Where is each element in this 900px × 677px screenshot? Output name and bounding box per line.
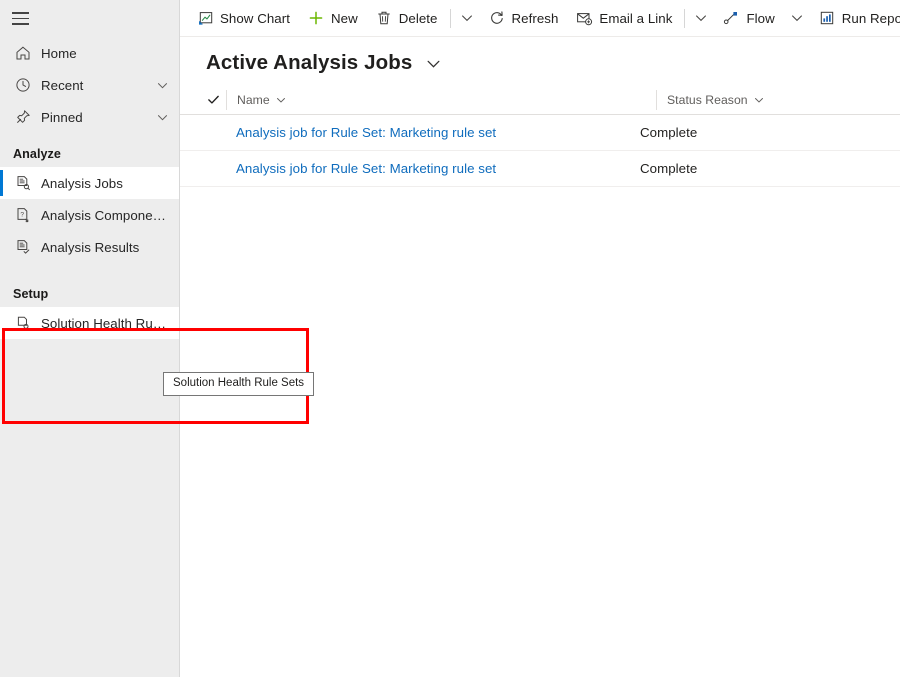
chevron-down-icon [791,12,803,24]
sidebar: Home Recent Pinned Analyze Analysis Jobs… [0,0,180,677]
grid-empty-space [180,187,900,677]
sidebar-item-analysis-results[interactable]: Analysis Results [0,231,179,263]
command-separator [684,8,686,28]
sidebar-item-pinned[interactable]: Pinned [0,101,179,133]
command-label: Run Report [841,10,900,26]
sidebar-item-label: Home [41,45,77,61]
document-question-icon: ? [13,205,33,225]
hamburger-menu-icon[interactable] [12,12,29,25]
document-check-icon [13,237,33,257]
refresh-icon [489,10,506,27]
sidebar-group-header-setup: Setup [13,287,49,301]
table-row[interactable]: Analysis job for Rule Set: Marketing rul… [180,151,900,187]
home-icon [13,43,33,63]
cell-status-reason: Complete [640,161,698,176]
sidebar-item-home[interactable]: Home [0,37,179,69]
more-commands-button[interactable] [454,0,480,36]
flow-options-button[interactable] [784,0,810,36]
flow-icon [723,10,740,27]
sidebar-item-label: Analysis Jobs [41,175,123,191]
chevron-down-icon [695,12,707,24]
cell-status-reason: Complete [640,125,698,140]
sidebar-item-solution-health-rule-sets[interactable]: Solution Health Rule ... [0,307,179,339]
sidebar-group-header-analyze: Analyze [13,147,61,161]
app-window: Home Recent Pinned Analyze Analysis Jobs… [0,0,900,677]
flow-button[interactable]: Flow [714,0,783,36]
email-link-icon [576,10,593,27]
column-header-name[interactable]: Name [226,89,656,110]
trash-icon [376,10,393,27]
cell-name: Analysis job for Rule Set: Marketing rul… [200,161,630,176]
command-label: Delete [398,10,438,26]
main-content: Show Chart New Delete Refresh Email a Li… [180,0,900,677]
command-label: Email a Link [599,10,673,26]
document-search-icon [13,173,33,193]
sidebar-item-label: Analysis Results [41,239,140,255]
pin-icon [13,107,33,127]
plus-icon [308,10,325,27]
sidebar-item-recent[interactable]: Recent [0,69,179,101]
hamburger-row [0,0,179,37]
command-label: Show Chart [220,10,290,26]
command-bar: Show Chart New Delete Refresh Email a Li… [180,0,900,37]
chevron-down-icon[interactable] [155,80,169,91]
chevron-down-icon [276,95,286,105]
refresh-button[interactable]: Refresh [480,0,568,36]
sidebar-item-label: Solution Health Rule ... [41,315,169,331]
record-link[interactable]: Analysis job for Rule Set: Marketing rul… [236,125,496,140]
page-title: Active Analysis Jobs [206,51,413,74]
sidebar-item-label: Analysis Components [41,207,169,223]
column-header-label: Name [237,92,270,107]
command-label: New [330,10,358,26]
chevron-down-icon[interactable] [155,112,169,123]
cell-name: Analysis job for Rule Set: Marketing rul… [200,125,630,140]
show-chart-icon [197,10,214,27]
select-all-checkbox[interactable] [200,93,226,106]
view-selector-chevron-down-icon[interactable] [426,56,441,71]
run-report-icon [819,10,836,27]
table-row[interactable]: Analysis job for Rule Set: Marketing rul… [180,115,900,151]
column-header-status-reason[interactable]: Status Reason [656,89,900,110]
clock-icon [13,75,33,95]
run-report-button[interactable]: Run Report [810,0,900,36]
view-title-row: Active Analysis Jobs [180,37,900,85]
chevron-down-icon [461,12,473,24]
column-header-label: Status Reason [667,92,748,107]
svg-text:?: ? [20,212,24,219]
more-email-commands-button[interactable] [688,0,714,36]
new-button[interactable]: New [299,0,367,36]
sidebar-item-label: Recent [41,77,84,93]
tooltip: Solution Health Rule Sets [163,372,315,396]
command-label: Flow [746,10,775,26]
sidebar-item-analysis-components[interactable]: ? Analysis Components [0,199,179,231]
grid-header-row: Name Status Reason [180,85,900,115]
chevron-down-icon [754,95,764,105]
delete-button[interactable]: Delete [367,0,447,36]
record-link[interactable]: Analysis job for Rule Set: Marketing rul… [236,161,496,176]
email-a-link-button[interactable]: Email a Link [567,0,681,36]
sidebar-item-label: Pinned [41,109,83,125]
show-chart-button[interactable]: Show Chart [188,0,299,36]
command-separator [449,8,451,28]
document-search-icon [13,313,33,333]
command-label: Refresh [511,10,559,26]
sidebar-item-analysis-jobs[interactable]: Analysis Jobs [0,167,179,199]
